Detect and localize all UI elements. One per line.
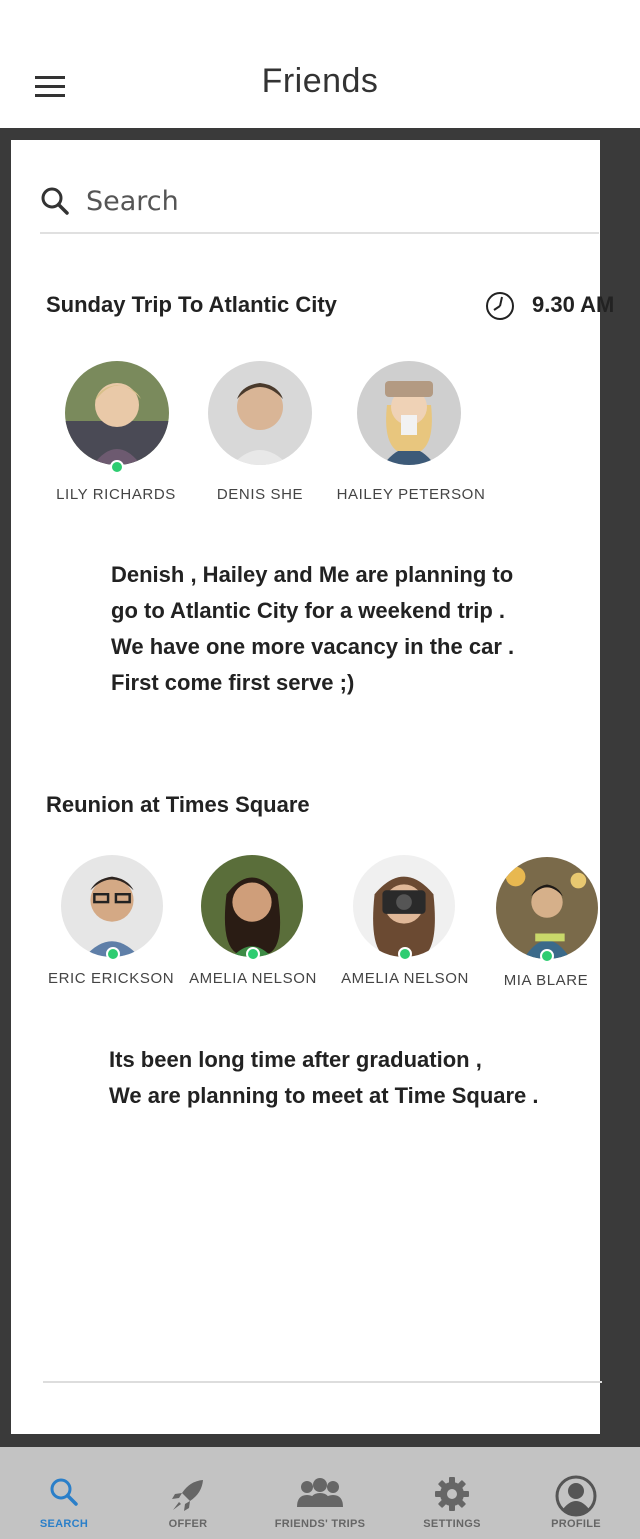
app-header: Friends (0, 0, 640, 128)
rocket-icon (172, 1480, 203, 1511)
trip-description: Its been long time after graduation , We… (109, 1042, 539, 1114)
bottom-tab-bar: SEARCH OFFER FRIENDS' TRIPS SETTINGS PRO… (0, 1447, 640, 1539)
gear-icon (435, 1477, 469, 1511)
friend-name: MIA BLARE (503, 972, 589, 989)
search-input[interactable] (84, 180, 588, 222)
tab-settings[interactable]: SETTINGS (388, 1447, 516, 1539)
online-indicator (110, 460, 124, 474)
online-indicator (246, 947, 260, 961)
friend-name: HAILEY PETERSON (336, 486, 486, 503)
friend-name: LILY RICHARDS (56, 486, 176, 503)
tab-label: PROFILE (551, 1518, 601, 1530)
friend-name: AMELIA NELSON (189, 970, 317, 987)
description-line: Denish , Hailey and Me are planning to (111, 562, 514, 587)
page-title: Friends (261, 62, 379, 100)
user-profile-icon (555, 1475, 597, 1517)
online-indicator (540, 949, 554, 963)
description-line: We have one more vacancy in the car . (111, 634, 515, 659)
description-line: We are planning to meet at Time Square . (109, 1083, 539, 1108)
avatar[interactable] (353, 855, 455, 957)
trip-title: Reunion at Times Square (46, 792, 310, 817)
tab-search[interactable]: SEARCH (0, 1447, 128, 1539)
content-card (11, 140, 600, 1434)
online-indicator (398, 947, 412, 961)
tab-label: FRIENDS' TRIPS (274, 1518, 366, 1530)
divider (43, 1381, 602, 1383)
tab-label: SEARCH (39, 1518, 89, 1530)
avatar[interactable] (496, 857, 598, 959)
group-icon (297, 1478, 343, 1507)
avatar[interactable] (357, 361, 461, 465)
tab-offer[interactable]: OFFER (124, 1447, 252, 1539)
trip-description: Denish , Hailey and Me are planning to g… (111, 557, 514, 701)
avatar[interactable] (65, 361, 169, 465)
online-indicator (106, 947, 120, 961)
friend-name: ERIC ERICKSON (48, 970, 175, 987)
avatar[interactable] (61, 855, 163, 957)
search-icon (41, 187, 69, 215)
friend-name: DENIS SHE (216, 486, 304, 503)
description-line: First come first serve ;) (111, 670, 355, 695)
tab-profile[interactable]: PROFILE (512, 1447, 640, 1539)
clock-icon (486, 292, 514, 320)
search-bar (40, 180, 599, 234)
trip-time-label: 9.30 AM (532, 292, 615, 317)
description-line: Its been long time after graduation , (109, 1047, 482, 1072)
tab-label: OFFER (168, 1518, 208, 1530)
avatar[interactable] (208, 361, 312, 465)
avatar[interactable] (201, 855, 303, 957)
friend-name: AMELIA NELSON (341, 970, 469, 987)
trip-title: Sunday Trip To Atlantic City (46, 292, 337, 317)
tab-friends-trips[interactable]: FRIENDS' TRIPS (256, 1447, 384, 1539)
description-line: go to Atlantic City for a weekend trip . (111, 598, 506, 623)
search-icon (50, 1478, 78, 1506)
tab-label: SETTINGS (423, 1518, 481, 1530)
